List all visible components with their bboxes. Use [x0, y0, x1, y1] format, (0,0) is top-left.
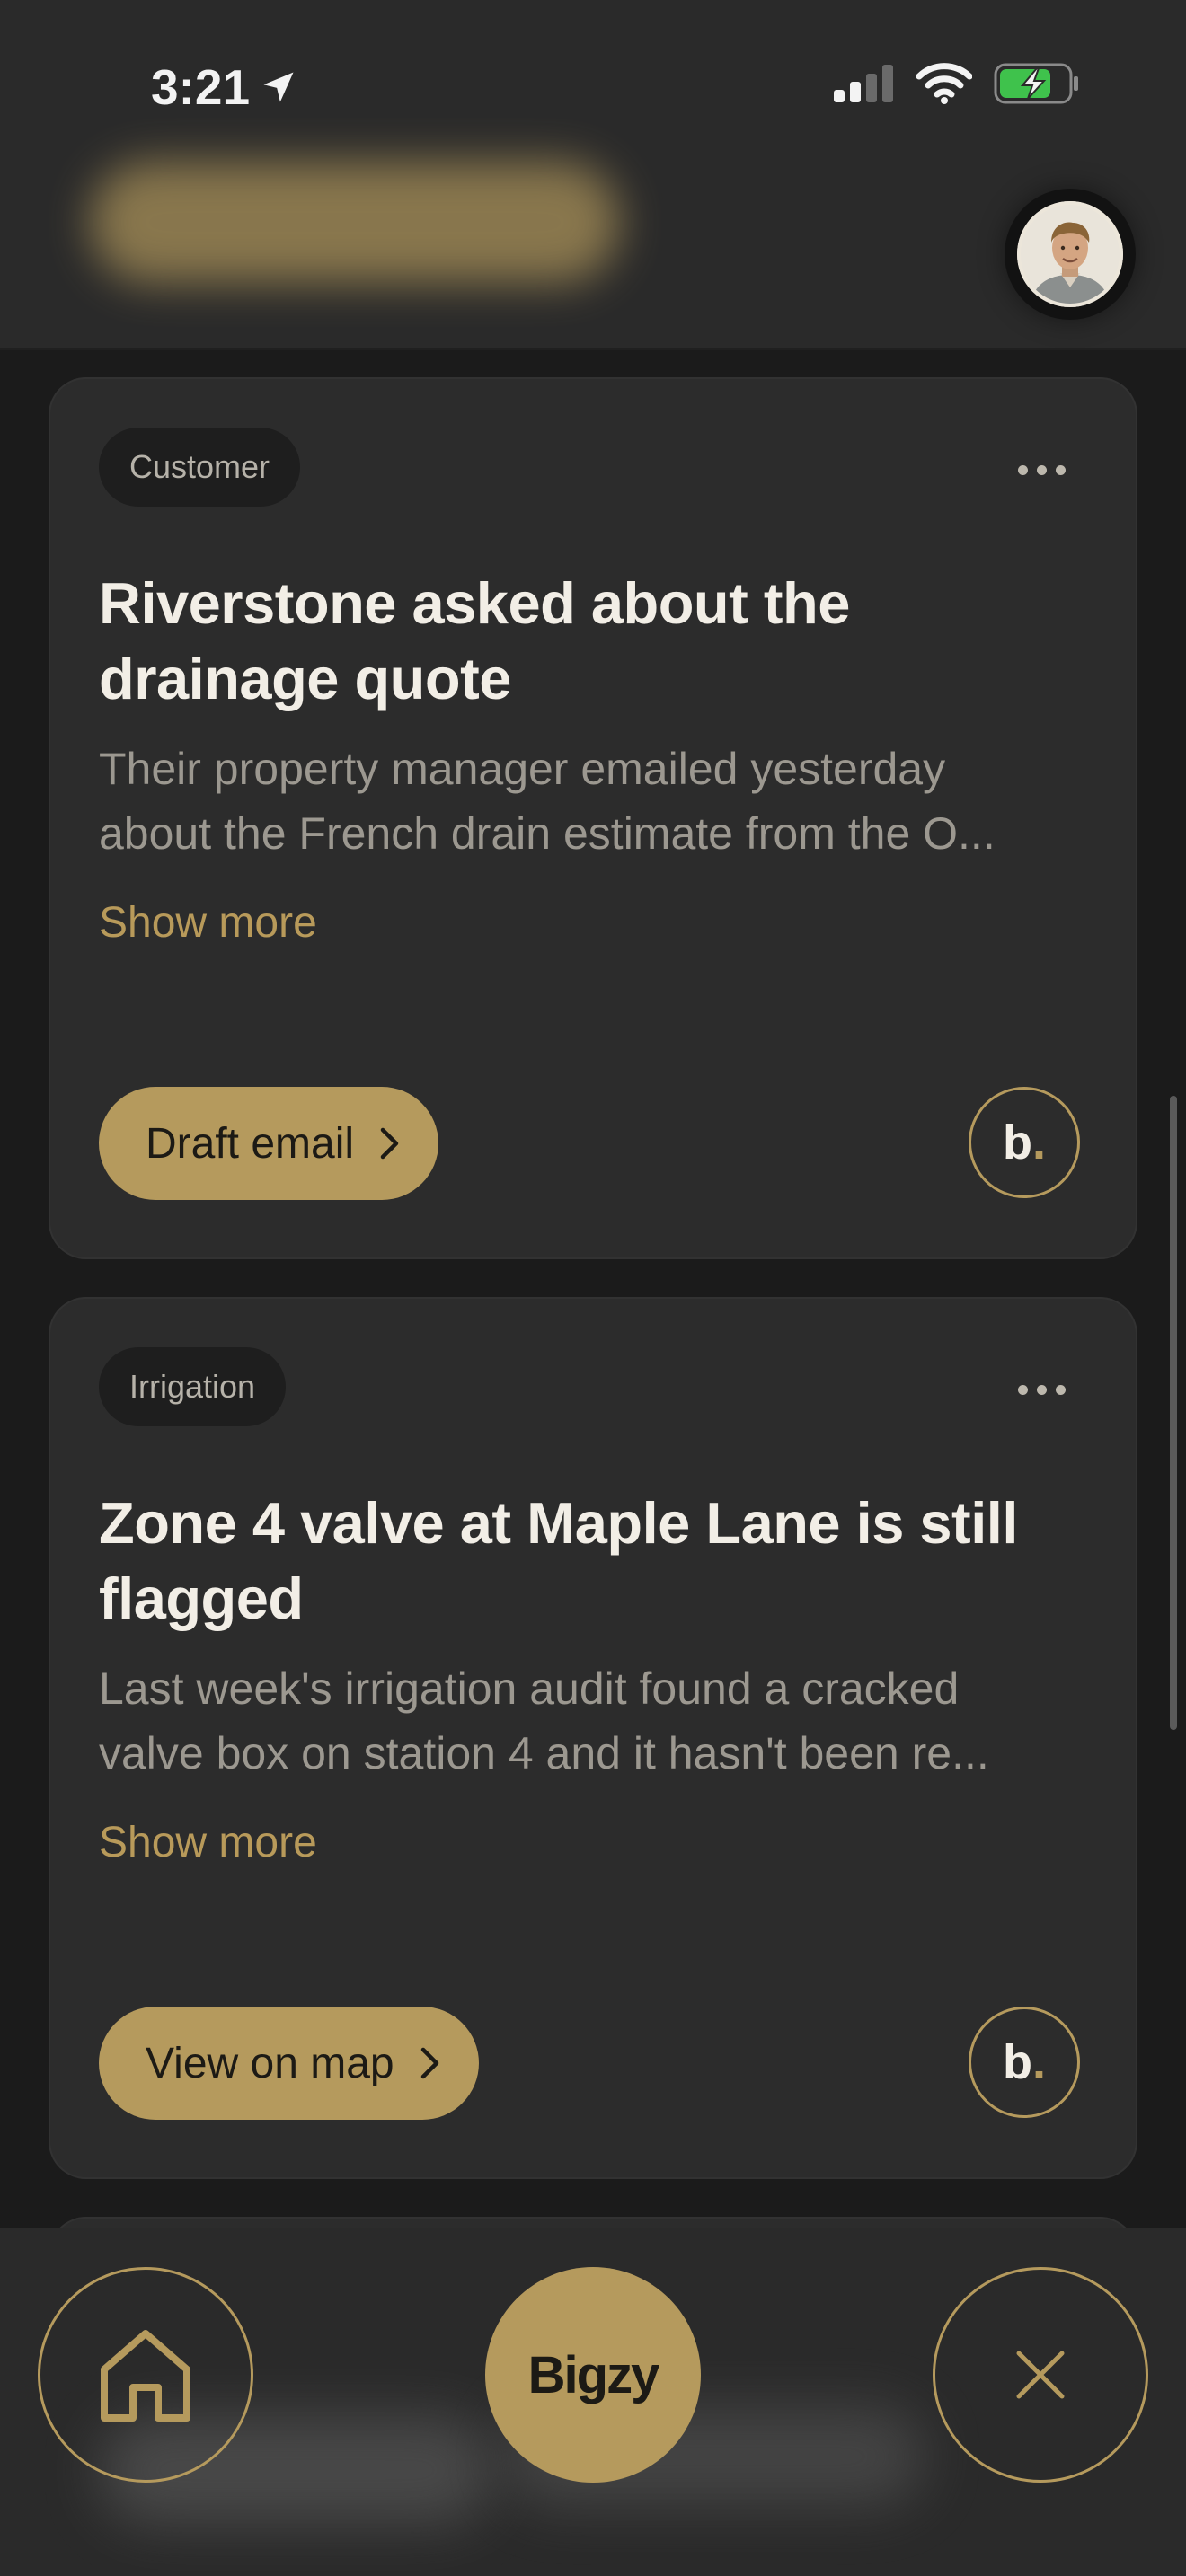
card-body-line: Their property manager emailed yesterday [99, 744, 946, 794]
action-button-label: Draft email [146, 1119, 355, 1168]
status-icons [834, 63, 1080, 104]
show-more-link[interactable]: Show more [99, 1818, 317, 1867]
battery-charging-icon [994, 63, 1078, 104]
card-title: Zone 4 valve at Maple Lane is still flag… [99, 1490, 1018, 1631]
bigzy-badge[interactable]: b. [969, 1087, 1080, 1198]
user-avatar-icon [1017, 201, 1123, 307]
card-body: Their property manager emailed yesterday… [99, 737, 1087, 866]
category-chip: Customer [99, 428, 301, 507]
app-header: 3:21 [0, 0, 1186, 350]
status-time-text: 3:21 [151, 59, 251, 115]
action-button-label: View on map [146, 2039, 394, 2087]
card-body-line: valve box on station 4 and it hasn't bee… [99, 1728, 989, 1778]
badge-dot: . [1031, 1116, 1046, 1169]
chevron-right-icon [380, 1127, 399, 1160]
status-time: 3:21 [151, 56, 298, 119]
home-icon [101, 2330, 190, 2422]
wifi-icon [916, 63, 972, 104]
badge-letter: b [1002, 1116, 1032, 1169]
card-body-line: Last week's irrigation audit found a cra… [99, 1663, 960, 1714]
chevron-right-icon [420, 2047, 438, 2079]
task-card: Customer Riverstone asked about the drai… [49, 377, 1137, 1259]
draft-email-button[interactable]: Draft email [99, 1087, 439, 1200]
bigzy-badge[interactable]: b. [969, 2007, 1080, 2118]
card-body-line: about the French drain estimate from the… [99, 808, 996, 859]
more-options-icon[interactable] [1018, 465, 1066, 475]
badge-letter: b [1002, 2035, 1032, 2089]
card-title: Riverstone asked about the drainage quot… [99, 570, 850, 711]
blurred-header-title [90, 162, 620, 283]
show-more-link[interactable]: Show more [99, 898, 317, 948]
close-icon [1016, 2351, 1065, 2399]
location-arrow-icon [263, 72, 294, 102]
card-body: Last week's irrigation audit found a cra… [99, 1656, 1087, 1786]
scrollbar[interactable] [1170, 1096, 1177, 1730]
category-chip: Irrigation [99, 1347, 287, 1426]
home-button[interactable] [38, 2267, 253, 2483]
view-on-map-button[interactable]: View on map [99, 2007, 479, 2120]
bigzy-label: Bigzy [527, 2345, 660, 2404]
cellular-signal-icon [834, 65, 893, 102]
badge-dot: . [1031, 2035, 1046, 2089]
task-card: Irrigation Zone 4 valve at Maple Lane is… [49, 1297, 1137, 2179]
close-button[interactable] [933, 2267, 1148, 2483]
bigzy-button[interactable]: Bigzy [485, 2267, 701, 2483]
more-options-icon[interactable] [1018, 1385, 1066, 1395]
user-avatar[interactable] [1005, 189, 1136, 320]
